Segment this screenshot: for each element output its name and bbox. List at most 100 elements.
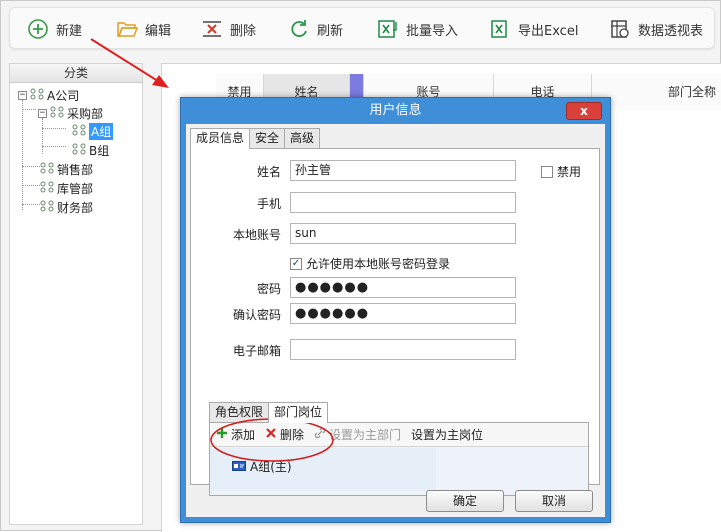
export-excel-label: 导出Excel — [518, 23, 579, 39]
dialog-title: 用户信息 — [369, 103, 422, 118]
tree-connector — [22, 109, 36, 110]
disabled-label: 禁用 — [557, 165, 582, 179]
delete-button[interactable]: 删除 — [200, 8, 256, 50]
disabled-checkbox[interactable]: 禁用 — [541, 163, 581, 180]
tree-node-finance[interactable]: 财务部 — [40, 198, 93, 216]
password-field[interactable]: ●●●●●● — [290, 277, 516, 298]
list-item[interactable]: A组(主) — [232, 458, 292, 475]
allow-local-login-checkbox[interactable]: ✓ 允许使用本地账号密码登录 — [290, 255, 450, 272]
dialog-body: 成员信息 安全 高级 姓名 孙主管 禁用 手机 本地账号 sun ✓ 允许使用本… — [186, 124, 605, 517]
new-label: 新建 — [56, 23, 83, 39]
tree-node-label: 销售部 — [57, 162, 94, 177]
collapse-icon[interactable]: − — [38, 108, 47, 118]
password-label: 密码 — [256, 282, 281, 296]
node-group-icon — [40, 181, 54, 196]
allow-local-login-label: 允许使用本地账号密码登录 — [306, 257, 451, 271]
add-dept-button[interactable]: 添加 — [216, 426, 255, 443]
dialog-tabs: 成员信息 安全 高级 — [190, 128, 321, 149]
name-label: 姓名 — [256, 165, 281, 179]
dept-toolbar: 添加 删除 设置为主部门 设置为主岗位 — [210, 423, 588, 447]
checkbox-unchecked-icon — [541, 165, 553, 178]
dept-item-label: A组(主) — [250, 460, 292, 474]
tree-connector — [22, 100, 23, 210]
pivot-table-label: 数据透视表 — [638, 23, 704, 39]
link-icon — [314, 427, 326, 442]
tree-connector — [22, 185, 40, 186]
tree-node-label-selected: A组 — [89, 122, 114, 140]
set-main-dept-button[interactable]: 设置为主部门 — [314, 426, 401, 443]
batch-import-button[interactable]: 批量导入 — [376, 8, 458, 50]
node-group-icon — [40, 200, 54, 215]
close-button[interactable]: x — [566, 102, 602, 120]
checkbox-checked-icon: ✓ — [290, 257, 302, 270]
node-group-icon — [30, 88, 44, 103]
confirm-password-field[interactable]: ●●●●●● — [290, 303, 516, 324]
local-account-field[interactable]: sun — [290, 223, 516, 244]
dept-positions-page: 添加 删除 设置为主部门 设置为主岗位 A组(主) — [209, 422, 589, 496]
collapse-icon[interactable]: − — [18, 90, 27, 100]
export-excel-button[interactable]: 导出Excel — [488, 8, 578, 50]
member-info-page: 姓名 孙主管 禁用 手机 本地账号 sun ✓ 允许使用本地账号密码登录 密码 … — [190, 148, 600, 496]
pivot-table-button[interactable]: 数据透视表 — [608, 8, 703, 50]
tree-node-label: B组 — [89, 143, 110, 158]
edit-button[interactable]: 编辑 — [115, 8, 171, 50]
add-label: 添加 — [231, 428, 256, 442]
delete-dept-button[interactable]: 删除 — [265, 426, 304, 443]
pivot-table-icon — [608, 17, 632, 41]
close-icon: x — [580, 104, 588, 118]
tree-node-warehouse[interactable]: 库管部 — [40, 179, 93, 197]
dept-card-icon — [232, 460, 246, 474]
column-dept-fullname[interactable]: 部门全称 — [592, 74, 721, 110]
category-tree: 分类 − A公司 − 采购部 A组 B组 销售部 库管部 财务部 — [9, 63, 143, 525]
tree-node-label: 财务部 — [57, 200, 94, 215]
tree-header: 分类 — [10, 64, 142, 83]
excel-export-icon — [488, 17, 512, 41]
mobile-field[interactable] — [290, 192, 516, 213]
new-button[interactable]: 新建 — [26, 8, 82, 50]
delete-x-icon — [265, 427, 277, 442]
name-field[interactable]: 孙主管 — [290, 160, 516, 181]
tab-security[interactable]: 安全 — [249, 128, 286, 148]
node-group-icon — [72, 124, 86, 139]
tab-member-info[interactable]: 成员信息 — [190, 128, 251, 149]
tree-connector — [42, 118, 43, 154]
tree-node-sales[interactable]: 销售部 — [40, 160, 93, 178]
mobile-label: 手机 — [256, 197, 281, 211]
refresh-label: 刷新 — [317, 23, 344, 39]
toolbar: 新建 编辑 删除 刷新 批量导入 导出Excel 数据透视表 — [9, 7, 715, 49]
email-field[interactable] — [290, 339, 516, 360]
sub-tabs: 角色权限 部门岗位 — [209, 402, 329, 423]
tree-node-company[interactable]: − A公司 — [18, 86, 79, 104]
tree-node-label: 库管部 — [57, 181, 94, 196]
tree-connector — [22, 166, 40, 167]
tree-node-group-a[interactable]: A组 — [72, 122, 114, 140]
set-main-dept-label: 设置为主部门 — [329, 428, 402, 442]
batch-import-label: 批量导入 — [406, 23, 459, 39]
tab-advanced[interactable]: 高级 — [284, 128, 321, 148]
user-info-dialog: 用户信息 x 成员信息 安全 高级 姓名 孙主管 禁用 手机 本地账号 sun — [180, 97, 611, 523]
tree-connector — [22, 204, 40, 205]
plus-circle-icon — [26, 17, 50, 41]
email-label: 电子邮箱 — [232, 344, 281, 358]
excel-import-icon — [376, 17, 400, 41]
tree-node-group-b[interactable]: B组 — [72, 141, 109, 159]
tab-role-permissions[interactable]: 角色权限 — [209, 402, 270, 422]
cancel-button[interactable]: 取消 — [515, 490, 593, 512]
edit-label: 编辑 — [145, 23, 172, 39]
tree-connector — [42, 146, 66, 147]
node-group-icon — [50, 106, 64, 121]
local-account-label: 本地账号 — [232, 228, 281, 242]
delete-label: 删除 — [230, 23, 257, 39]
tree-node-purchasing[interactable]: − 采购部 — [38, 104, 103, 122]
app-window: 新建 编辑 删除 刷新 批量导入 导出Excel 数据透视表 禁用 姓名 账号 … — [0, 0, 721, 532]
refresh-icon — [287, 17, 311, 41]
tree-node-label: A公司 — [47, 88, 80, 103]
delete-x-icon — [200, 17, 224, 41]
ok-button[interactable]: 确定 — [426, 490, 504, 512]
refresh-button[interactable]: 刷新 — [287, 8, 343, 50]
dept-list: A组(主) — [210, 448, 436, 491]
set-main-post-button[interactable]: 设置为主岗位 — [411, 426, 483, 443]
tab-dept-positions[interactable]: 部门岗位 — [268, 402, 329, 423]
plus-icon — [216, 427, 228, 442]
delete-label: 删除 — [280, 428, 305, 442]
